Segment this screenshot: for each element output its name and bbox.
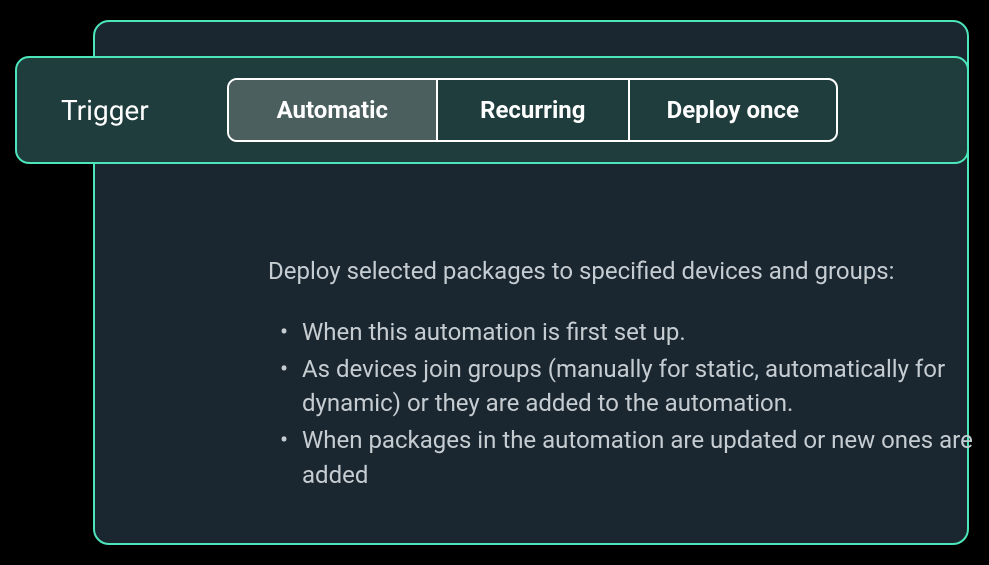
trigger-option-recurring[interactable]: Recurring bbox=[438, 80, 630, 140]
trigger-option-deploy-once[interactable]: Deploy once bbox=[630, 80, 836, 140]
description-list: When this automation is first set up. As… bbox=[268, 315, 988, 493]
trigger-description: Deploy selected packages to specified de… bbox=[268, 254, 988, 495]
list-item: As devices join groups (manually for sta… bbox=[298, 352, 988, 422]
list-item: When this automation is first set up. bbox=[298, 315, 988, 350]
description-intro: Deploy selected packages to specified de… bbox=[268, 254, 988, 289]
trigger-label: Trigger bbox=[61, 94, 149, 127]
trigger-segmented-control: Automatic Recurring Deploy once bbox=[227, 78, 838, 142]
trigger-option-automatic[interactable]: Automatic bbox=[229, 80, 438, 140]
list-item: When packages in the automation are upda… bbox=[298, 423, 988, 493]
trigger-bar: Trigger Automatic Recurring Deploy once bbox=[15, 56, 969, 164]
